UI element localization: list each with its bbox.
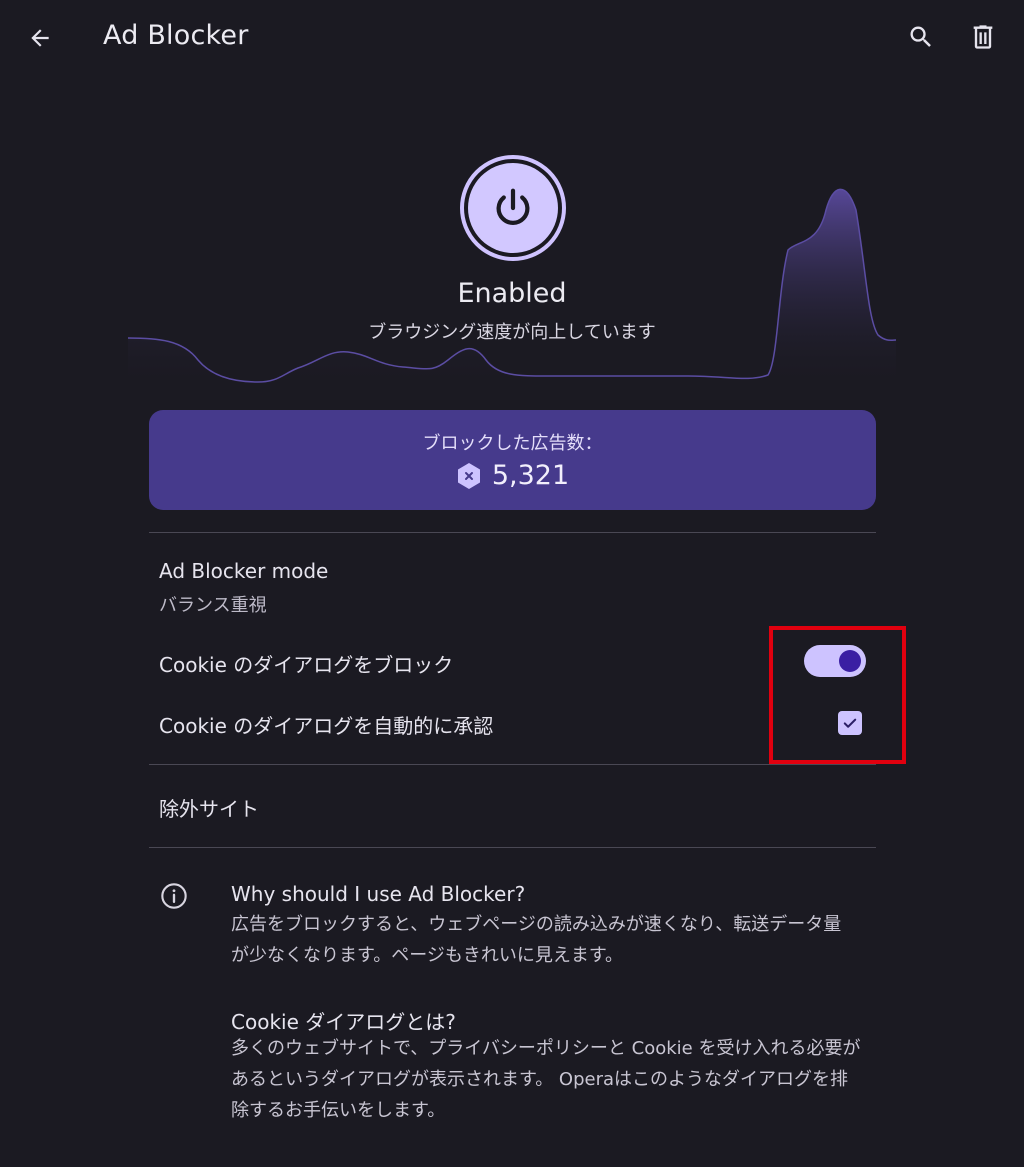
exceptions-item[interactable]: 除外サイト <box>159 793 259 822</box>
blocked-ads-card: ブロックした広告数： 5,321 <box>149 410 876 510</box>
info-answer-2: 多くのウェブサイトで、プライバシーポリシーと Cookie を受け入れる必要が … <box>231 1033 871 1126</box>
app-bar: Ad Blocker <box>0 0 1024 76</box>
info-answer-1: 広告をブロックすると、ウェブページの読み込みが速くなり、転送データ量 が少なくな… <box>231 909 871 971</box>
info-question-2: Cookie ダイアログとは? <box>231 1010 456 1034</box>
back-button[interactable] <box>22 20 58 56</box>
info-answer-1-line-2: が少なくなります。ページもきれいに見えます。 <box>231 945 624 966</box>
divider <box>149 847 876 848</box>
info-answer-1-line-1: 広告をブロックすると、ウェブページの読み込みが速くなり、転送データ量 <box>231 914 842 935</box>
divider <box>149 532 876 533</box>
status-subtitle: ブラウジング速度が向上しています <box>368 322 656 343</box>
highlight-box <box>769 626 906 764</box>
blocked-ads-label: ブロックした広告数： <box>422 433 603 454</box>
delete-icon <box>973 25 993 49</box>
power-toggle-button[interactable] <box>460 155 566 261</box>
info-icon <box>161 883 187 909</box>
search-button[interactable] <box>902 18 940 56</box>
power-icon <box>496 188 530 225</box>
search-icon <box>910 26 931 47</box>
arrow-back-icon <box>31 29 49 47</box>
cookie-accept-label: Cookie のダイアログを自動的に承認 <box>159 714 494 738</box>
ad-blocker-mode-title[interactable]: Ad Blocker mode <box>159 559 328 583</box>
blocked-hexagon-icon <box>457 462 480 489</box>
info-question-1: Why should I use Ad Blocker? <box>231 882 526 906</box>
blocked-ads-count: 5,321 <box>491 460 570 491</box>
status-label: Enabled <box>457 278 567 309</box>
info-answer-2-line-2: あるというダイアログが表示されます。 Operaはこのようなダイアログを排 <box>231 1069 849 1090</box>
delete-button[interactable] <box>964 18 1002 56</box>
info-answer-2-line-1: 多くのウェブサイトで、プライバシーポリシーと Cookie を受け入れる必要が <box>231 1038 861 1059</box>
ad-blocker-mode-value[interactable]: バランス重視 <box>159 591 267 617</box>
page-title: Ad Blocker <box>103 20 249 51</box>
divider <box>149 764 876 765</box>
cookie-block-label: Cookie のダイアログをブロック <box>159 653 454 677</box>
info-answer-2-line-3: 除するお手伝いをします。 <box>231 1100 446 1121</box>
